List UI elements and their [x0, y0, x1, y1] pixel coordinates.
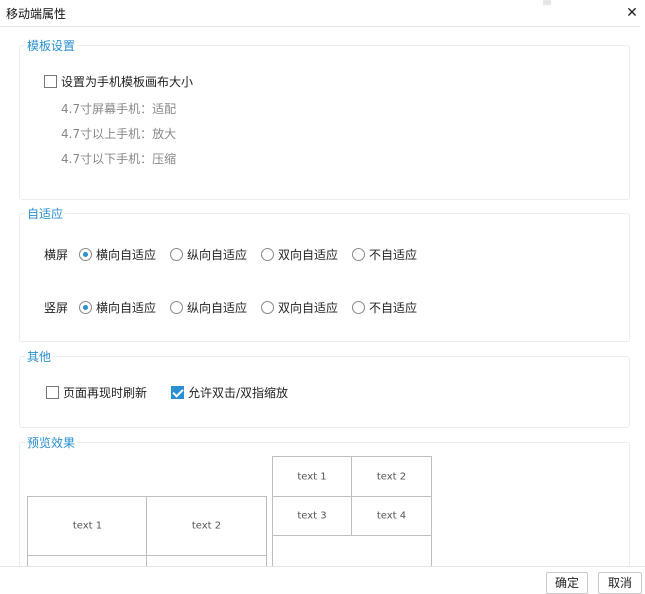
portrait-label: 竖屏 — [44, 301, 69, 315]
landscape-radio-none[interactable] — [352, 248, 365, 261]
other-legend: 其他 — [25, 348, 54, 365]
adaptive-legend: 自适应 — [25, 205, 66, 222]
title-bar: 移动端属性 ✕ — [0, 0, 645, 27]
close-icon[interactable]: ✕ — [619, 0, 645, 26]
hint-fit: 4.7寸屏幕手机：适配 — [61, 102, 177, 116]
landscape-radio-both[interactable] — [261, 248, 274, 261]
portrait-option-none[interactable]: 不自适应 — [369, 299, 417, 316]
hint-enlarge: 4.7寸以上手机：放大 — [61, 127, 177, 141]
portrait-radio-both[interactable] — [261, 301, 274, 314]
large-table-text-1: text 1 — [72, 520, 103, 532]
large-table-text-2: text 2 — [191, 520, 222, 532]
portrait-radio-none[interactable] — [352, 301, 365, 314]
landscape-radio-horizontal[interactable] — [79, 248, 92, 261]
window-title: 移动端属性 — [6, 7, 67, 21]
portrait-option-horizontal[interactable]: 横向自适应 — [96, 299, 156, 316]
portrait-radio-vertical[interactable] — [170, 301, 183, 314]
template-settings-section — [19, 45, 630, 200]
landscape-option-none[interactable]: 不自适应 — [369, 246, 417, 263]
right-edge — [640, 26, 645, 566]
template-settings-legend: 模板设置 — [25, 37, 78, 54]
small-table-text-2: text 2 — [376, 471, 407, 482]
phone-canvas-checkbox[interactable] — [44, 75, 57, 88]
portrait-option-vertical[interactable]: 纵向自适应 — [187, 299, 247, 316]
large-table-cell: text 1 — [27, 496, 148, 556]
small-table-cell: text 3 — [272, 496, 352, 536]
portrait-option-both[interactable]: 双向自适应 — [278, 299, 338, 316]
small-table-cell: text 1 — [272, 456, 352, 497]
small-table-text-1: text 1 — [297, 471, 327, 482]
adaptive-section — [19, 213, 630, 342]
preview-legend: 预览效果 — [25, 434, 78, 451]
title-bar-fragment — [543, 0, 551, 5]
portrait-radio-horizontal[interactable] — [79, 301, 92, 314]
landscape-label: 横屏 — [44, 248, 69, 262]
landscape-option-vertical[interactable]: 纵向自适应 — [187, 246, 247, 263]
refresh-checkbox[interactable] — [46, 386, 59, 399]
phone-canvas-label[interactable]: 设置为手机模板画布大小 — [61, 73, 193, 90]
small-table-cell: text 4 — [351, 496, 432, 536]
refresh-label[interactable]: 页面再现时刷新 — [63, 384, 147, 401]
landscape-option-both[interactable]: 双向自适应 — [278, 246, 338, 263]
small-table-text-4: text 4 — [376, 510, 407, 522]
small-table-text-3: text 3 — [297, 510, 327, 522]
zoom-label[interactable]: 允许双击/双指缩放 — [188, 384, 288, 401]
large-table-cell: text 2 — [146, 496, 267, 556]
zoom-checkbox[interactable] — [171, 386, 184, 399]
landscape-option-horizontal[interactable]: 横向自适应 — [96, 246, 156, 263]
hint-compress: 4.7寸以下手机：压缩 — [61, 152, 177, 166]
landscape-radio-vertical[interactable] — [170, 248, 183, 261]
small-table-cell: text 2 — [351, 456, 432, 497]
